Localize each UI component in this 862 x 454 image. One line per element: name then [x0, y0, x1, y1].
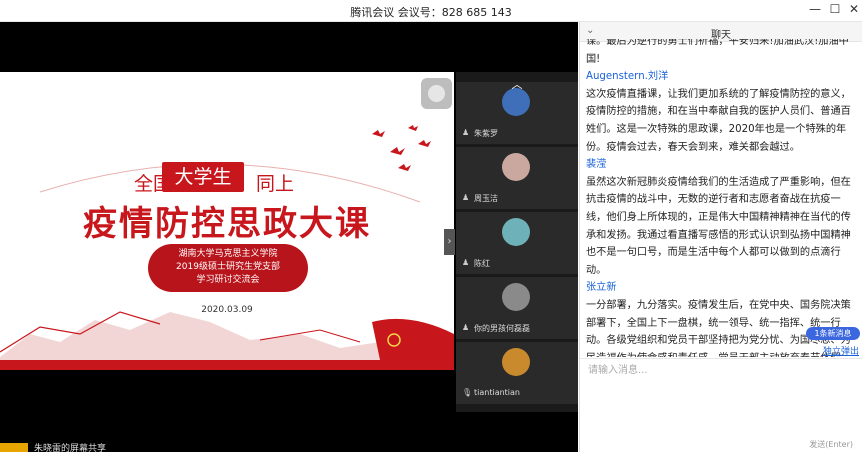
new-messages-button[interactable]: 1条新消息: [806, 327, 860, 340]
camera-toggle-icon[interactable]: [421, 78, 452, 109]
avatar: [502, 283, 530, 311]
chat-message-list[interactable]: 谍。最后为逆行的勇士们祈福，平安归来!加油武汉!加油中国! Augenstern…: [586, 39, 859, 357]
slide-main-title: 疫情防控思政大课: [83, 204, 371, 244]
participant-tile[interactable]: ♟ 陈红: [456, 212, 578, 274]
avatar: [502, 88, 530, 116]
slide-bottom-bar: [0, 360, 454, 370]
avatar: [502, 153, 530, 181]
chat-message-text: 谍。最后为逆行的勇士们祈福，平安归来!加油武汉!加油中国!: [586, 39, 849, 65]
chat-input-area[interactable]: 请输入消息... 发送(Enter): [580, 358, 862, 452]
chat-sender-name: Augenstern.刘洋: [586, 71, 669, 83]
slide-subtitle-highlight: 大学生: [162, 162, 244, 192]
participant-tile[interactable]: ♟ 周玉洁: [456, 147, 578, 209]
close-icon[interactable]: ✕: [845, 2, 862, 16]
pop-out-link[interactable]: 独立弹出: [823, 344, 859, 357]
chat-message-text: 虽然这次新冠肺炎疫情给我们的生活造成了严重影响，但在抗击疫情的战斗中，无数的逆行…: [586, 176, 851, 276]
screen-share-label: 朱晓雷的屏幕共享: [34, 444, 107, 454]
participant-tile[interactable]: 🎙 tiantiantian: [456, 342, 578, 404]
person-icon: ♟: [462, 258, 470, 267]
chat-sender-name: 张立新: [586, 282, 617, 294]
participant-name: 周玉洁: [474, 194, 498, 203]
chevron-up-icon[interactable]: ︿: [456, 76, 578, 92]
chat-message-text: 这次疫情直播课，让我们更加系统的了解疫情防控的意义，疫情防控的措施，和在当中奉献…: [586, 88, 851, 153]
slide-org-badge: 湖南大学马克思主义学院 2019级硕士研究生党支部 学习研讨交流会: [148, 244, 308, 292]
participant-name: 朱紫罗: [474, 129, 498, 138]
minimize-icon[interactable]: —: [806, 2, 824, 16]
person-icon: ♟: [462, 323, 470, 332]
person-icon: ♟: [462, 128, 470, 137]
window-title: 腾讯会议 会议号：828 685 143: [350, 6, 512, 19]
participant-sidebar: ♟ 朱紫罗 ♟ 周玉洁 ♟ 陈红 ♟ 你的男孩何磊磊 🎙 tiantiantia…: [456, 72, 578, 412]
microphone-icon: 🎙: [462, 388, 473, 397]
avatar: [502, 348, 530, 376]
person-icon: ♟: [462, 193, 470, 202]
title-bar: 腾讯会议 会议号：828 685 143 — ☐ ✕: [0, 0, 862, 22]
slide-org-line3: 学习研讨交流会: [196, 275, 260, 285]
participant-name: 你的男孩何磊磊: [474, 324, 530, 333]
collapse-sidebar-handle[interactable]: ›: [444, 229, 455, 255]
participant-name: 陈红: [474, 259, 490, 268]
participant-name: tiantiantian: [474, 388, 520, 397]
slide-date: 2020.03.09: [201, 305, 253, 315]
chat-sender-name: 裴滢: [586, 159, 607, 171]
slide-org-line1: 湖南大学马克思主义学院: [178, 249, 278, 259]
screen-share-status-bar: 朱晓雷的屏幕共享: [0, 443, 300, 454]
avatar: [502, 218, 530, 246]
chat-input-placeholder: 请输入消息...: [588, 365, 648, 376]
send-hint[interactable]: 发送(Enter): [809, 439, 853, 450]
maximize-icon[interactable]: ☐: [826, 2, 844, 16]
slide-subtitle-right: 同上: [256, 173, 295, 195]
share-indicator-icon: [0, 443, 28, 452]
shared-slide: 全国 大学生 同上 疫情防控思政大课 湖南大学马克思主义学院 2019级硕士研究…: [0, 72, 454, 370]
slide-org-line2: 2019级硕士研究生党支部: [176, 262, 280, 272]
participant-tile[interactable]: ♟ 你的男孩何磊磊: [456, 277, 578, 339]
chat-panel: ⌄ 聊天 谍。最后为逆行的勇士们祈福，平安归来!加油武汉!加油中国! Augen…: [579, 22, 862, 452]
